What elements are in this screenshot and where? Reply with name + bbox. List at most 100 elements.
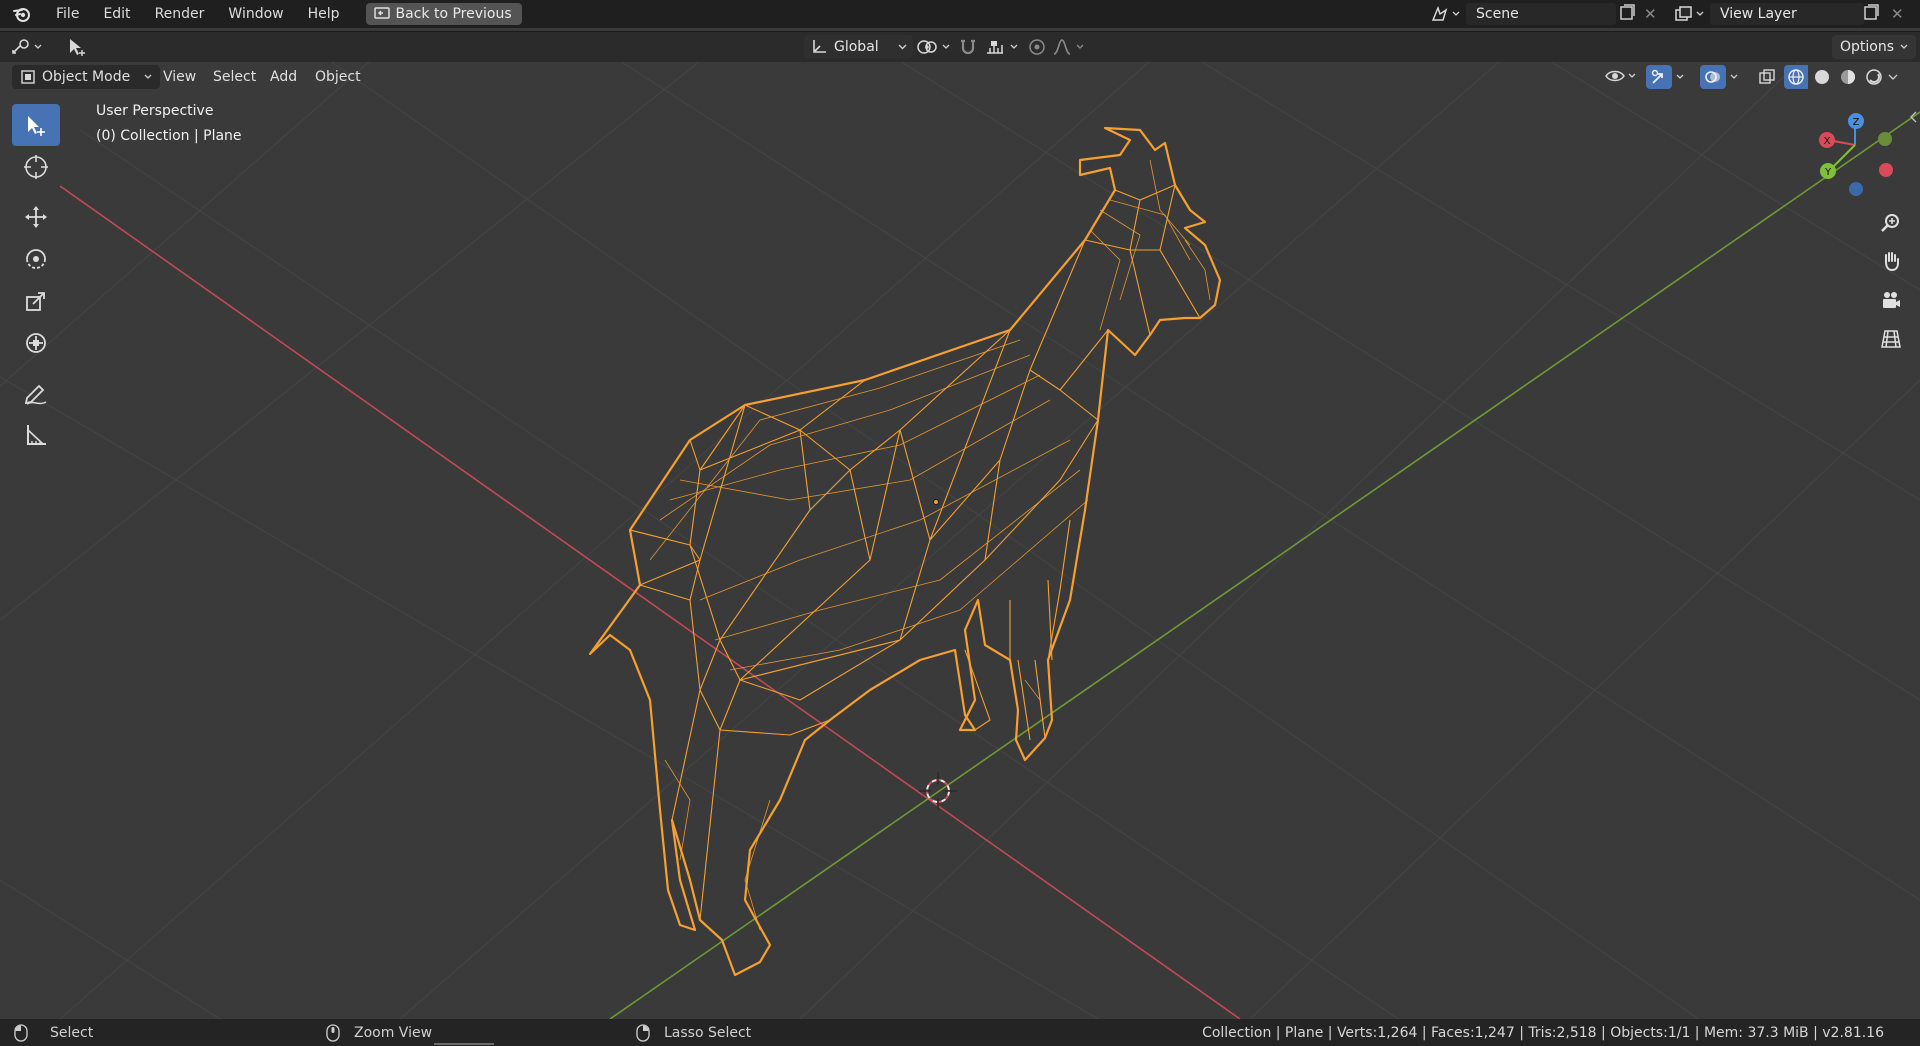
xray-toggle-icon[interactable]: [1758, 68, 1776, 90]
screen-back-icon: [373, 7, 390, 19]
transform-orientation-dropdown[interactable]: Global: [804, 35, 913, 59]
move-tool[interactable]: [12, 196, 60, 238]
transform-tool[interactable]: [12, 322, 60, 364]
status-divider: [434, 1043, 494, 1045]
new-view-layer-icon[interactable]: [1862, 4, 1880, 26]
status-lasso-select-label: Lasso Select: [664, 1024, 752, 1041]
material-preview-shading-icon[interactable]: [1836, 65, 1860, 89]
remove-view-layer-icon[interactable]: ✕: [1891, 5, 1904, 23]
status-middle-mouse: Zoom View: [326, 1023, 433, 1042]
zoom-view-button[interactable]: [1874, 206, 1908, 240]
view-layer-name-field[interactable]: View Layer: [1710, 3, 1864, 25]
overlays-icon: [1700, 65, 1726, 89]
3d-viewport[interactable]: Z X Y: [0, 61, 1920, 1019]
snap-element-dropdown[interactable]: [984, 35, 1018, 59]
top-bar: File Edit Render Window Help Back to Pre…: [0, 0, 1920, 28]
status-left-mouse: Select: [14, 1023, 94, 1042]
perspective-label: User Perspective: [96, 103, 214, 119]
active-tool-select-icon[interactable]: [66, 36, 88, 62]
scale-icon: [26, 292, 45, 311]
menu-edit[interactable]: Edit: [91, 0, 142, 28]
menu-file[interactable]: File: [44, 0, 91, 28]
shading-options-chevron-icon[interactable]: [1888, 74, 1898, 80]
view-layer-name: View Layer: [1720, 6, 1797, 22]
status-zoom-view-label: Zoom View: [354, 1024, 433, 1041]
scale-tool[interactable]: [12, 280, 60, 322]
cursor-tool[interactable]: [12, 146, 60, 188]
gizmo-toggle[interactable]: [1646, 65, 1684, 89]
move-arrows-icon: [25, 206, 47, 228]
snap-increment-icon: [987, 41, 1003, 54]
gizmo-icon: [1646, 65, 1672, 89]
measure-tool[interactable]: [12, 414, 60, 456]
view-menu[interactable]: View: [155, 65, 204, 89]
pan-view-button[interactable]: [1874, 244, 1908, 278]
options-label: Options: [1840, 39, 1895, 55]
new-scene-icon[interactable]: [1618, 4, 1636, 26]
scene-name-field[interactable]: Scene: [1466, 3, 1616, 25]
shading-mode-group: [1784, 65, 1898, 89]
status-right-mouse: Lasso Select: [636, 1023, 752, 1042]
pivot-point-dropdown[interactable]: [912, 35, 954, 59]
camera-icon: [1883, 292, 1900, 308]
annotate-tool[interactable]: [12, 372, 60, 414]
scene-name: Scene: [1476, 6, 1519, 22]
sidebar-toggle-chevron-icon[interactable]: [1908, 110, 1918, 128]
options-dropdown[interactable]: Options: [1832, 35, 1917, 59]
orientation-axes-icon: [813, 40, 826, 53]
tool-settings-header: Global Options: [0, 31, 1920, 62]
overlays-toggle[interactable]: [1700, 65, 1738, 89]
solid-shading-icon[interactable]: [1810, 65, 1834, 89]
transform-icon: [26, 333, 46, 353]
gizmo-x-label: X: [1824, 136, 1831, 147]
view-layer-selector-icon[interactable]: [1674, 4, 1708, 24]
menu-window[interactable]: Window: [216, 0, 295, 28]
scene-statistics: Collection | Plane | Verts:1,264 | Faces…: [1202, 1024, 1884, 1041]
blender-logo-icon[interactable]: [0, 5, 44, 23]
back-to-previous-label: Back to Previous: [395, 6, 512, 22]
wireframe-shading-icon[interactable]: [1784, 65, 1808, 89]
camera-view-button[interactable]: [1874, 283, 1908, 317]
snap-toggle-icon[interactable]: [958, 37, 978, 61]
mouse-left-button-icon: [14, 1023, 28, 1042]
menu-render[interactable]: Render: [143, 0, 217, 28]
select-menu[interactable]: Select: [205, 65, 264, 89]
eye-icon: [1605, 70, 1625, 82]
select-box-tool[interactable]: [12, 104, 60, 146]
menu-help[interactable]: Help: [296, 0, 352, 28]
rotate-icon: [26, 249, 46, 269]
gizmo-z-label: Z: [1853, 117, 1860, 128]
object-mode-dropdown[interactable]: Object Mode: [12, 65, 160, 89]
left-toolbar: [10, 104, 62, 456]
mouse-right-button-icon: [636, 1023, 650, 1042]
proportional-editing-icon[interactable]: [1028, 38, 1046, 60]
editor-type-selector[interactable]: [10, 35, 50, 59]
gizmo-y-label: Y: [1824, 167, 1832, 178]
measure-ruler-icon: [27, 425, 46, 445]
viewport-editor-icon: [12, 39, 29, 54]
select-cursor-icon: [28, 116, 45, 136]
scene-selector-icon[interactable]: [1430, 4, 1464, 24]
proportional-falloff-dropdown[interactable]: [1052, 35, 1084, 59]
mouse-middle-button-icon: [326, 1023, 340, 1042]
back-to-previous-button[interactable]: Back to Previous: [365, 3, 522, 25]
collection-object-label: (0) Collection | Plane: [96, 128, 242, 144]
pivot-point-icon: [917, 40, 937, 54]
hand-pan-icon: [1885, 252, 1899, 272]
status-bar: Select Zoom View Lasso Select Collection…: [0, 1019, 1920, 1046]
object-mode-label: Object Mode: [42, 69, 131, 85]
viewport-header: Object Mode View Select Add Object: [0, 61, 1920, 93]
object-visibility-dropdown[interactable]: [1604, 66, 1636, 86]
object-menu[interactable]: Object: [307, 65, 369, 89]
zoom-magnifier-icon: [1881, 214, 1899, 232]
object-mode-icon: [21, 70, 35, 84]
rotate-tool[interactable]: [12, 238, 60, 280]
rendered-shading-icon[interactable]: [1862, 65, 1886, 89]
transform-orientation-value: Global: [834, 39, 879, 55]
add-menu[interactable]: Add: [262, 65, 305, 89]
toggle-perspective-button[interactable]: [1874, 322, 1908, 356]
perspective-grid-icon: [1881, 330, 1901, 348]
remove-scene-icon[interactable]: ✕: [1644, 5, 1657, 23]
annotate-pencil-icon: [24, 384, 47, 405]
status-select-label: Select: [50, 1024, 94, 1041]
